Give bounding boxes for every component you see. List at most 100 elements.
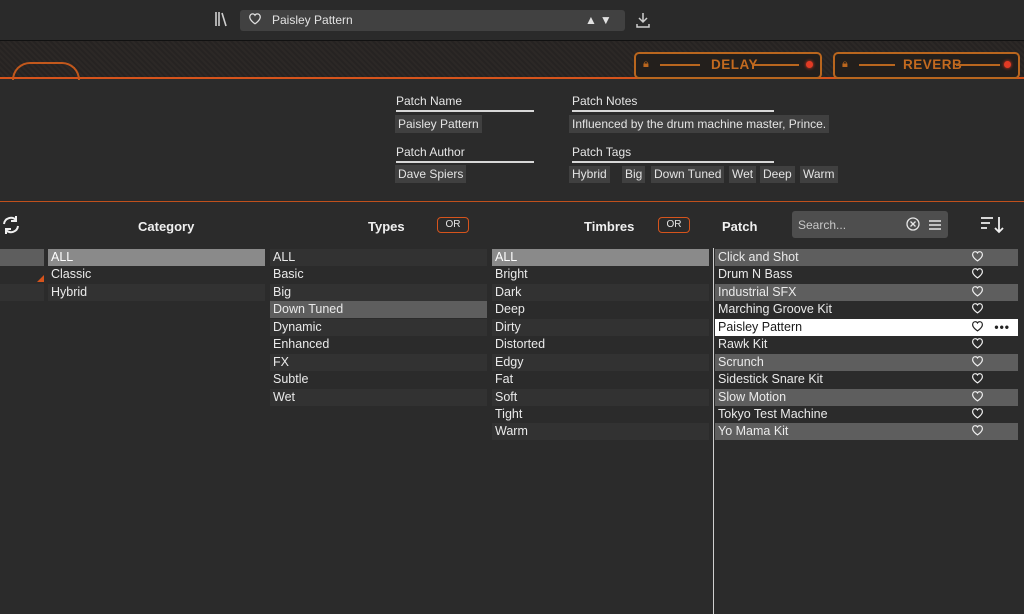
type-item[interactable]: Down Tuned <box>270 301 487 318</box>
favorite-heart-icon[interactable] <box>971 390 984 407</box>
reverb-module[interactable]: 🔒︎ REVERB <box>833 52 1020 79</box>
left-strip-row <box>0 284 44 301</box>
patch-row-label: Sidestick Snare Kit <box>718 372 823 386</box>
favorite-heart-icon[interactable] <box>971 267 984 284</box>
patch-row-label: Slow Motion <box>718 390 787 404</box>
lock-icon: 🔒︎ <box>842 58 848 70</box>
logo-fragment <box>12 62 80 80</box>
lock-icon: 🔒︎ <box>643 58 649 70</box>
patch-tag[interactable]: Warm <box>800 166 838 183</box>
divider-line <box>956 64 1000 66</box>
patch-tag[interactable]: Hybrid <box>569 166 610 183</box>
divider-line <box>754 64 799 66</box>
search-input[interactable] <box>796 216 904 234</box>
favorite-heart-icon[interactable] <box>971 285 984 302</box>
patch-tag[interactable]: Deep <box>760 166 795 183</box>
patch-author-label: Patch Author <box>396 145 534 163</box>
patch-row-label: Yo Mama Kit <box>718 424 789 438</box>
timbres-or-toggle[interactable]: OR <box>658 217 690 233</box>
timbre-item[interactable]: Bright <box>492 266 709 283</box>
patch-row-label: Drum N Bass <box>718 267 793 281</box>
patch-row[interactable]: Yo Mama Kit <box>715 423 1018 440</box>
patch-row[interactable]: Click and Shot <box>715 249 1018 266</box>
search-menu-icon[interactable] <box>929 219 941 233</box>
patch-row-label: Marching Groove Kit <box>718 302 832 316</box>
timbre-item[interactable]: Dirty <box>492 319 709 336</box>
timbre-item[interactable]: ALL <box>492 249 709 266</box>
delay-label: DELAY <box>711 57 759 72</box>
type-item[interactable]: Big <box>270 284 487 301</box>
type-item[interactable]: Subtle <box>270 371 487 388</box>
patch-row[interactable]: Slow Motion <box>715 389 1018 406</box>
favorite-heart-icon[interactable] <box>971 337 984 354</box>
sort-icon[interactable] <box>980 215 1004 235</box>
timbre-item[interactable]: Dark <box>492 284 709 301</box>
patch-row[interactable]: Sidestick Snare Kit <box>715 371 1018 388</box>
patch-tag[interactable]: Down Tuned <box>651 166 725 183</box>
favorite-heart-icon[interactable] <box>971 372 984 389</box>
patch-tag[interactable]: Big <box>622 166 646 183</box>
type-item[interactable]: Basic <box>270 266 487 283</box>
timbre-item[interactable]: Distorted <box>492 336 709 353</box>
timbre-item[interactable]: Fat <box>492 371 709 388</box>
patch-search[interactable] <box>792 211 948 238</box>
clear-search-icon[interactable] <box>906 217 920 234</box>
heart-icon[interactable] <box>248 12 262 28</box>
category-item[interactable]: ALL <box>48 249 265 266</box>
type-item[interactable]: ALL <box>270 249 487 266</box>
type-item[interactable]: Wet <box>270 389 487 406</box>
type-item[interactable]: FX <box>270 354 487 371</box>
favorite-heart-icon[interactable] <box>971 302 984 319</box>
patch-name-field[interactable]: Paisley Pattern <box>395 115 482 133</box>
patch-row-label: Rawk Kit <box>718 337 768 351</box>
favorite-heart-icon[interactable] <box>971 320 984 337</box>
patch-notes-label: Patch Notes <box>572 94 774 112</box>
reverb-label: REVERB <box>903 57 963 72</box>
type-item[interactable]: Enhanced <box>270 336 487 353</box>
favorite-heart-icon[interactable] <box>971 355 984 372</box>
selection-marker <box>37 275 44 282</box>
patch-tag[interactable]: Wet <box>729 166 757 183</box>
patch-row-label: Paisley Pattern <box>718 320 803 334</box>
type-item[interactable]: Dynamic <box>270 319 487 336</box>
patch-selector[interactable]: Paisley Pattern ▲▼ <box>240 10 625 31</box>
favorite-heart-icon[interactable] <box>971 250 984 267</box>
favorite-heart-icon[interactable] <box>971 424 984 441</box>
delay-module[interactable]: 🔒︎ DELAY <box>634 52 822 79</box>
patch-tags-label: Patch Tags <box>572 145 774 163</box>
timbre-item[interactable]: Edgy <box>492 354 709 371</box>
types-or-toggle[interactable]: OR <box>437 217 469 233</box>
save-download-icon[interactable] <box>636 12 650 28</box>
more-options-icon[interactable]: ••• <box>994 319 1010 336</box>
patch-row[interactable]: Industrial SFX <box>715 284 1018 301</box>
timbre-item[interactable]: Deep <box>492 301 709 318</box>
timbre-item[interactable]: Soft <box>492 389 709 406</box>
patch-row[interactable]: Marching Groove Kit <box>715 301 1018 318</box>
category-item[interactable]: Hybrid <box>48 284 265 301</box>
timbre-item[interactable]: Warm <box>492 423 709 440</box>
patch-row-label: Scrunch <box>718 355 764 369</box>
previous-patch-icon[interactable]: ▲ <box>585 13 600 27</box>
refresh-icon[interactable] <box>0 215 22 235</box>
category-header: Category <box>138 219 195 234</box>
left-strip-row <box>0 249 44 266</box>
patch-row[interactable]: Rawk Kit <box>715 336 1018 353</box>
next-patch-icon[interactable]: ▼ <box>600 13 615 27</box>
category-item[interactable]: Classic <box>48 266 265 283</box>
favorite-heart-icon[interactable] <box>971 407 984 424</box>
patch-row-label: Click and Shot <box>718 250 799 264</box>
patch-column-divider <box>713 248 714 614</box>
timbre-item[interactable]: Tight <box>492 406 709 423</box>
patch-row[interactable]: Scrunch <box>715 354 1018 371</box>
patch-row[interactable]: Drum N Bass <box>715 266 1018 283</box>
prev-next-arrows[interactable]: ▲▼ <box>585 13 615 27</box>
patch-row-label: Industrial SFX <box>718 285 797 299</box>
patch-row-label: Tokyo Test Machine <box>718 407 828 421</box>
delay-led-icon <box>806 61 813 68</box>
types-header: Types <box>368 219 405 234</box>
patch-author-field[interactable]: Dave Spiers <box>395 165 467 183</box>
patch-notes-field[interactable]: Influenced by the drum machine master, P… <box>569 115 830 133</box>
patch-row[interactable]: Tokyo Test Machine <box>715 406 1018 423</box>
library-icon[interactable] <box>214 11 232 29</box>
patch-row-selected[interactable]: Paisley Pattern ••• <box>715 319 1018 336</box>
